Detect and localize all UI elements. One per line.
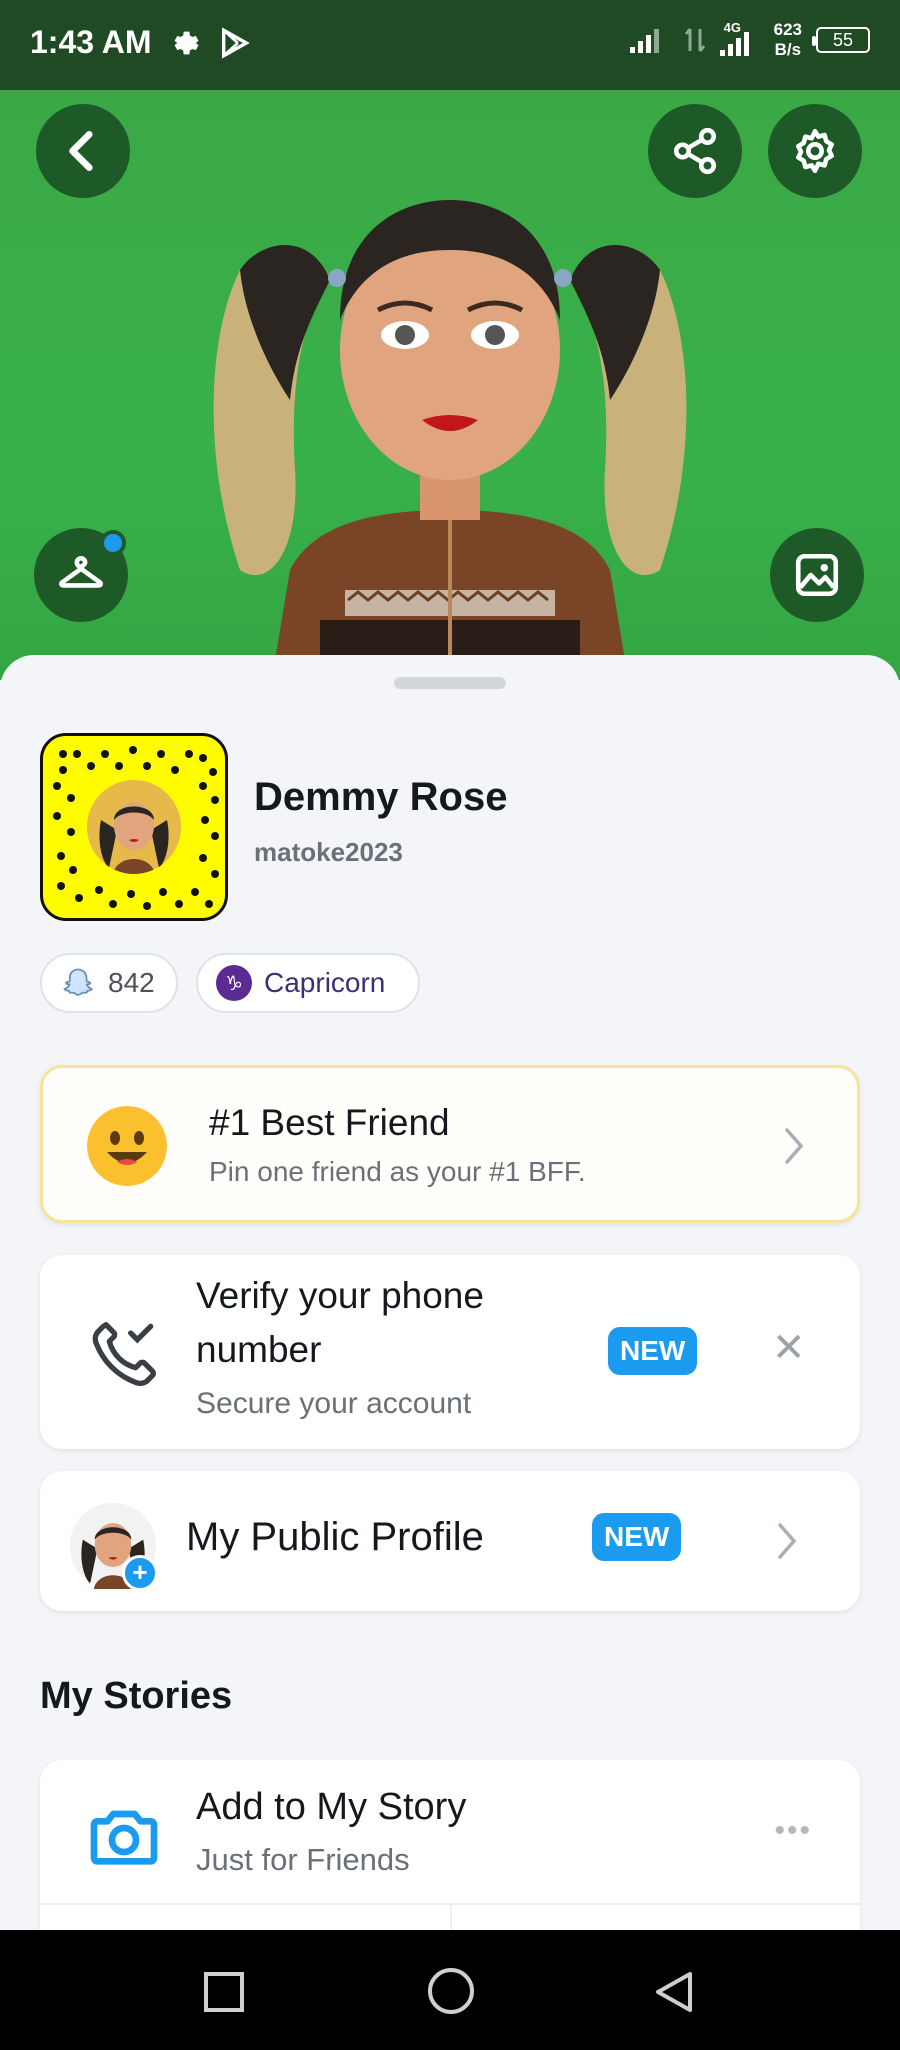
share-button[interactable] [648,104,742,198]
wardrobe-button[interactable] [34,528,128,622]
best-friend-card[interactable]: #1 Best Friend Pin one friend as your #1… [40,1065,860,1223]
hanger-icon [59,556,103,588]
bitmoji-header [0,90,900,680]
status-bar: 1:43 AM 4G 623 B/s 55 [0,0,900,90]
verify-subtitle: Secure your account [196,1387,472,1420]
verify-phone-card[interactable]: Verify your phone number Secure your acc… [40,1255,860,1449]
more-options-icon[interactable]: ••• [774,1814,812,1848]
status-icons-left [166,26,252,60]
add-plus-icon: + [122,1555,158,1591]
play-store-icon [221,27,250,59]
back-triangle-icon[interactable] [652,1970,696,2014]
profile-sheet: Demmy Rose matoke2023 842 ♑ Capricorn #1… [0,655,900,1930]
verify-title-line2: number [196,1329,322,1370]
chevron-right-icon [778,1523,797,1559]
status-right: 4G 623 B/s 55 [629,20,870,60]
public-profile-title: My Public Profile [186,1515,484,1559]
verify-title-line1: Verify your phone [196,1275,484,1316]
my-stories-heading: My Stories [40,1675,233,1717]
data-arrows-icon [684,28,705,52]
bitmoji-avatar [213,200,687,680]
net-speed: 623 B/s [774,20,802,60]
divider [450,1905,452,1930]
username: matoke2023 [254,837,403,867]
public-profile-avatar: + [70,1503,158,1591]
notification-dot [100,530,126,556]
signal-icon [629,29,659,53]
gear-icon [796,128,834,174]
sheet-handle[interactable] [394,677,506,689]
phone-check-icon [92,1322,156,1387]
settings-icon [174,31,199,55]
home-icon[interactable] [426,1966,476,2016]
new-badge: NEW [608,1327,698,1375]
snapcode-bitmoji [87,780,181,874]
zodiac-pill[interactable]: ♑ Capricorn [196,953,420,1013]
signal-4g: 4G [719,20,760,58]
capricorn-icon: ♑ [216,965,252,1001]
system-nav-bar [0,1930,900,2050]
close-icon[interactable]: ✕ [772,1325,806,1371]
add-story-title: Add to My Story [196,1786,467,1828]
net-speed-unit: B/s [774,40,802,59]
ghost-icon [63,968,93,996]
camera-icon [90,1810,158,1865]
battery-icon: 55 [812,27,870,53]
bff-subtitle: Pin one friend as your #1 BFF. [209,1156,586,1187]
add-to-story-card[interactable]: Add to My Story Just for Friends ••• [40,1760,860,1930]
bff-title: #1 Best Friend [209,1102,450,1143]
back-button[interactable] [36,104,130,198]
share-icon [673,127,717,175]
snap-score-pill[interactable]: 842 [40,953,178,1013]
snapcode[interactable] [40,733,228,921]
signal-icon-2 [719,32,749,56]
display-name: Demmy Rose [254,775,508,819]
add-story-subtitle: Just for Friends [196,1842,410,1877]
recents-icon[interactable] [202,1970,246,2014]
smiley-emoji-icon [87,1106,167,1186]
background-button[interactable] [770,528,864,622]
image-icon [795,553,839,597]
snap-score: 842 [108,967,155,998]
new-badge: NEW [592,1513,682,1561]
net-speed-value: 623 [773,20,802,39]
settings-button[interactable] [768,104,862,198]
zodiac-label: Capricorn [264,967,386,998]
status-time: 1:43 AM [30,24,152,60]
chevron-right-icon [785,1128,804,1164]
public-profile-card[interactable]: + My Public Profile NEW [40,1471,860,1611]
chevron-left-icon [69,131,93,172]
